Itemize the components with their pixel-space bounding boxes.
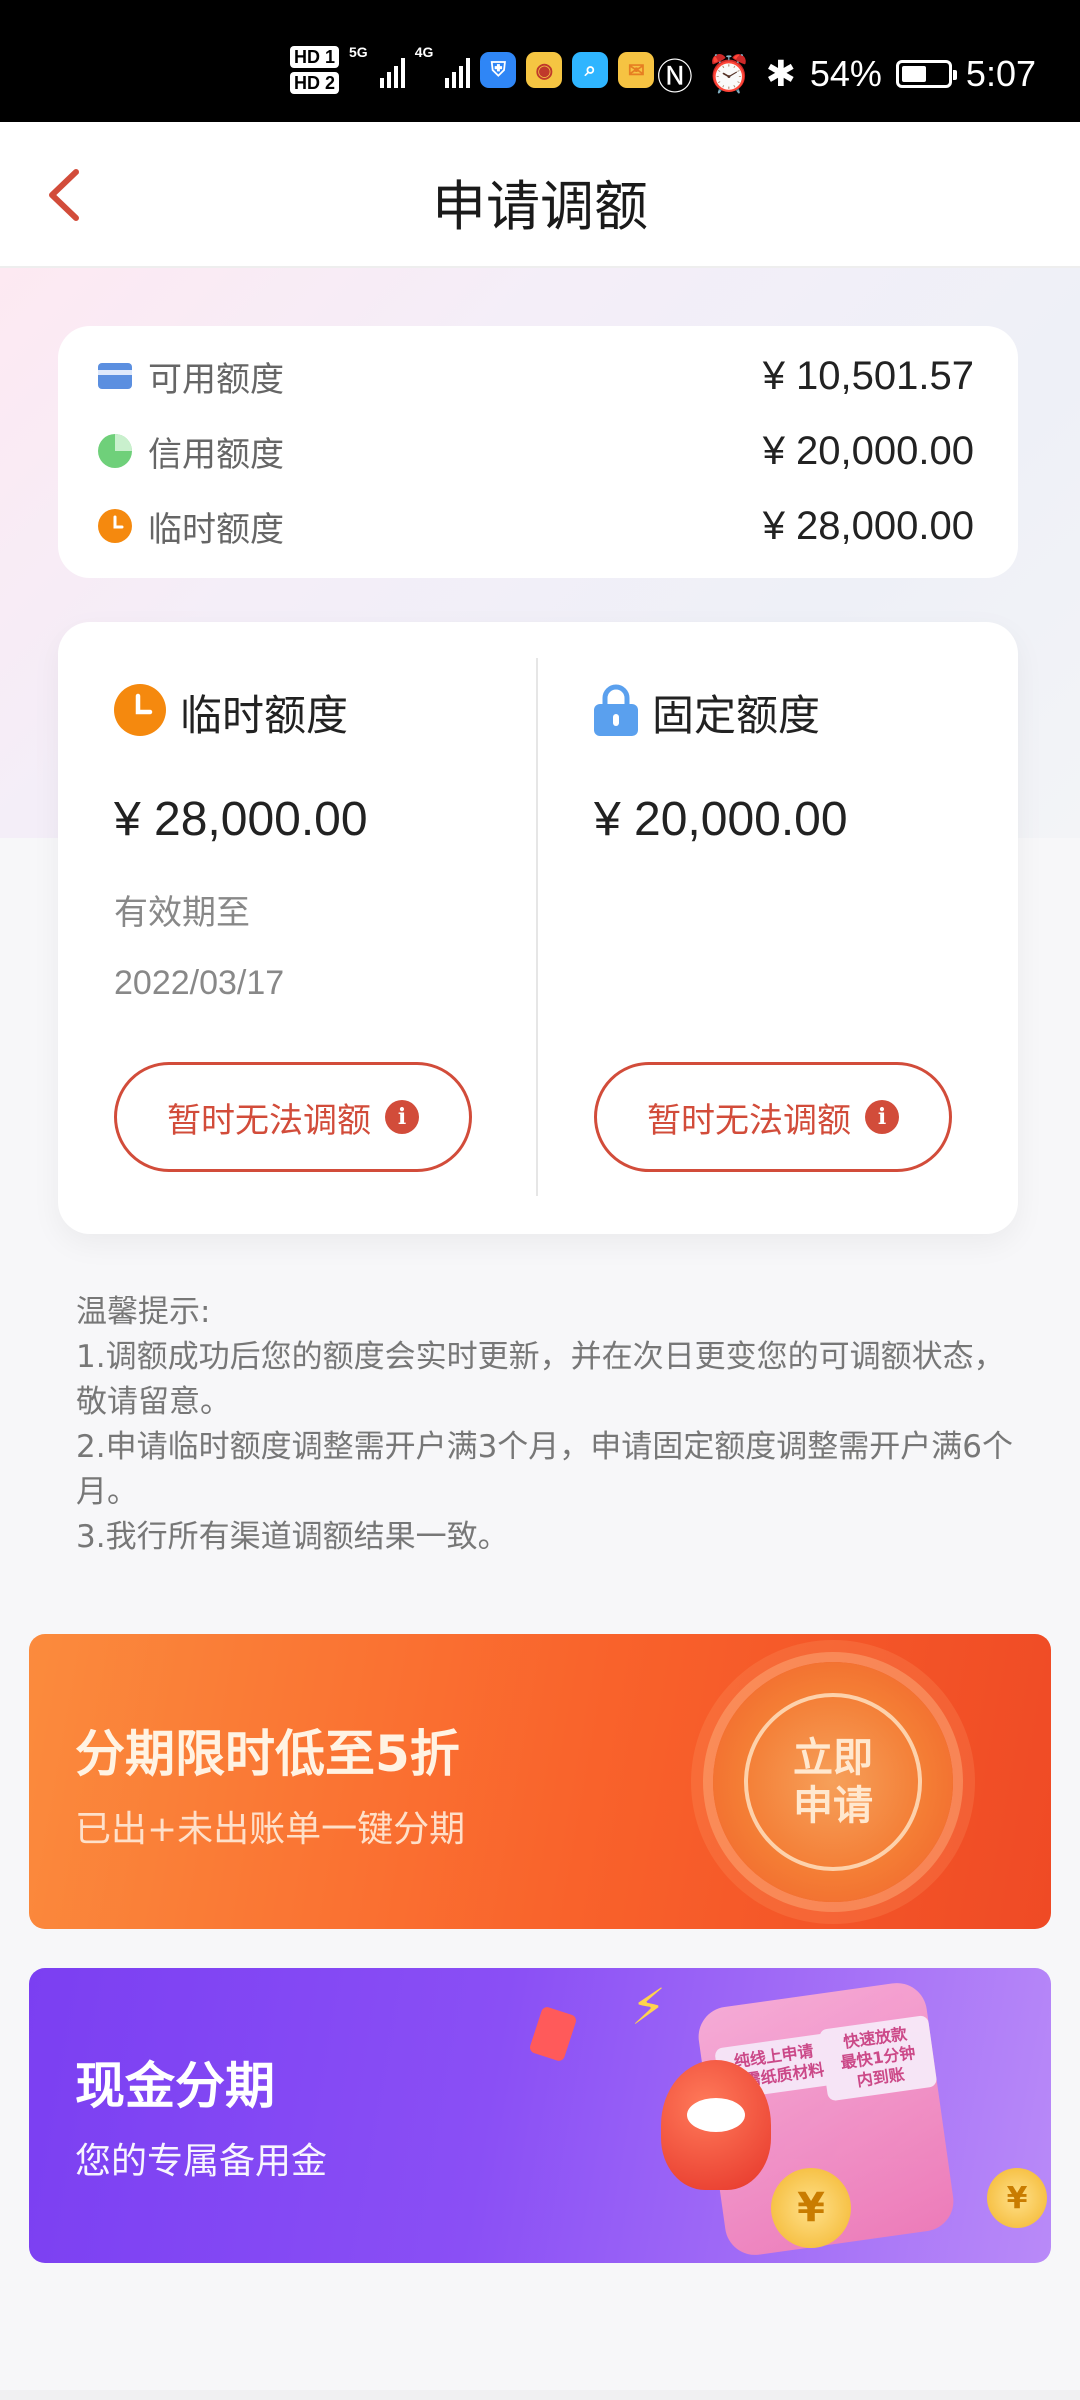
valid-until-label: 有效期至 [114, 893, 250, 933]
mail-app-icon: ✉ [618, 52, 655, 88]
network-4g-label: 4G [414, 44, 434, 60]
cash-banner-subtitle: 您的专属备用金 [75, 2141, 328, 2182]
alarm-icon: ⏰ [706, 53, 752, 94]
card-icon [98, 359, 132, 393]
battery-percent: 54% [809, 53, 882, 94]
red-card-decoration [528, 2005, 578, 2063]
info-icon[interactable]: i [385, 1100, 419, 1134]
coin-icon: ¥ [987, 2168, 1047, 2228]
summary-row-credit: 信用额度 ¥ 20,000.00 [98, 421, 974, 481]
fixed-quota-title: 固定额度 [652, 690, 821, 740]
tips-title: 温馨提示: [76, 1294, 211, 1330]
installment-banner-title: 分期限时低至5折 [75, 1725, 460, 1783]
signal-icon-2 [445, 52, 471, 88]
tips-line-3: 3.我行所有渠道调额结果一致。 [76, 1519, 509, 1555]
page-title: 申请调额 [432, 175, 648, 238]
status-right: Ⓝ ⏰ ✱ 54% 5:07 [657, 48, 1036, 100]
quota-detail-card: 临时额度 ¥ 28,000.00 有效期至 2022/03/17 固定额度 ¥ … [58, 622, 1018, 1234]
summary-value: ¥ 10,501.57 [762, 353, 974, 398]
status-bar: HD 1 HD 2 5G 4G ⛨ ◉ ⌕ ✉ Ⓝ ⏰ ✱ 54% 5:07 [0, 0, 1080, 122]
summary-label: 可用额度 [148, 359, 284, 400]
fixed-quota-column: 固定额度 ¥ 20,000.00 [594, 682, 848, 847]
search-app-icon: ⌕ [572, 52, 609, 88]
info-icon[interactable]: i [865, 1100, 899, 1134]
lock-icon [594, 684, 638, 740]
shield-app-icon: ⛨ [480, 52, 517, 88]
hd1-label: HD 1 [290, 46, 340, 68]
button-label: 暂时无法调额 [647, 1100, 851, 1141]
pie-icon [98, 434, 132, 468]
nfc-icon: Ⓝ [656, 56, 693, 97]
apply-now-stamp[interactable]: 立即 申请 [713, 1662, 953, 1902]
feature-bubble-2: 快速放款 最快1分钟内到账 [818, 2014, 938, 2102]
temporary-adjust-button[interactable]: 暂时无法调额 i [114, 1062, 472, 1172]
lightning-icon: ⚡ [630, 1978, 666, 2036]
clock-icon [114, 684, 166, 740]
column-divider [536, 658, 538, 1196]
bluetooth-icon: ✱ [765, 53, 796, 94]
mascot-illustration [661, 2060, 771, 2190]
fixed-quota-amount: ¥ 20,000.00 [594, 793, 848, 846]
tips-line-2: 2.申请临时额度调整需开户满3个月，申请固定额度调整需开户满6个月。 [76, 1429, 1014, 1510]
bottom-edge [0, 2390, 1080, 2400]
network-5g-label: 5G [349, 44, 368, 60]
quota-summary-card: 可用额度 ¥ 10,501.57 信用额度 ¥ 20,000.00 临时额度 ¥… [58, 326, 1018, 578]
button-label: 暂时无法调额 [167, 1100, 371, 1141]
installment-banner-subtitle: 已出+未出账单一键分期 [75, 1809, 466, 1850]
nav-header: 申请调额 [0, 122, 1080, 268]
cash-installment-banner[interactable]: 现金分期 您的专属备用金 纯线上申请 无需纸质材料 快速放款 最快1分钟内到账 … [29, 1968, 1051, 2263]
game-app-icon: ◉ [526, 52, 563, 88]
valid-until-date: 2022/03/17 [114, 964, 285, 1002]
signal-icon [379, 52, 405, 88]
cash-banner-title: 现金分期 [75, 2057, 275, 2115]
summary-label: 信用额度 [148, 434, 284, 475]
tips-line-1: 1.调额成功后您的额度会实时更新，并在次日更变您的可调额状态，敬请留意。 [76, 1339, 1005, 1420]
fixed-quota-header: 固定额度 [594, 682, 848, 742]
summary-row-available: 可用额度 ¥ 10,501.57 [98, 346, 974, 406]
summary-value: ¥ 20,000.00 [762, 428, 974, 473]
status-left: HD 1 HD 2 5G 4G ⛨ ◉ ⌕ ✉ [290, 44, 655, 96]
fixed-adjust-button[interactable]: 暂时无法调额 i [594, 1062, 952, 1172]
summary-row-temporary: 临时额度 ¥ 28,000.00 [98, 496, 974, 556]
installment-banner[interactable]: 分期限时低至5折 已出+未出账单一键分期 立即 申请 [29, 1634, 1051, 1929]
hd-indicator: HD 1 HD 2 [290, 44, 340, 96]
hd2-label: HD 2 [290, 72, 340, 94]
clock-icon [98, 509, 132, 543]
tips-section: 温馨提示: 1.调额成功后您的额度会实时更新，并在次日更变您的可调额状态，敬请留… [76, 1290, 1016, 1560]
temporary-quota-amount: ¥ 28,000.00 [114, 793, 368, 846]
coin-icon: ¥ [771, 2168, 851, 2248]
summary-label: 临时额度 [148, 509, 284, 550]
temporary-quota-column: 临时额度 ¥ 28,000.00 有效期至 2022/03/17 [114, 682, 368, 1003]
battery-icon [895, 60, 957, 88]
summary-value: ¥ 28,000.00 [762, 503, 974, 548]
temporary-quota-title: 临时额度 [180, 690, 349, 740]
apply-now-label: 立即 申请 [744, 1693, 922, 1871]
clock-time: 5:07 [965, 53, 1036, 94]
temporary-quota-header: 临时额度 [114, 682, 368, 742]
